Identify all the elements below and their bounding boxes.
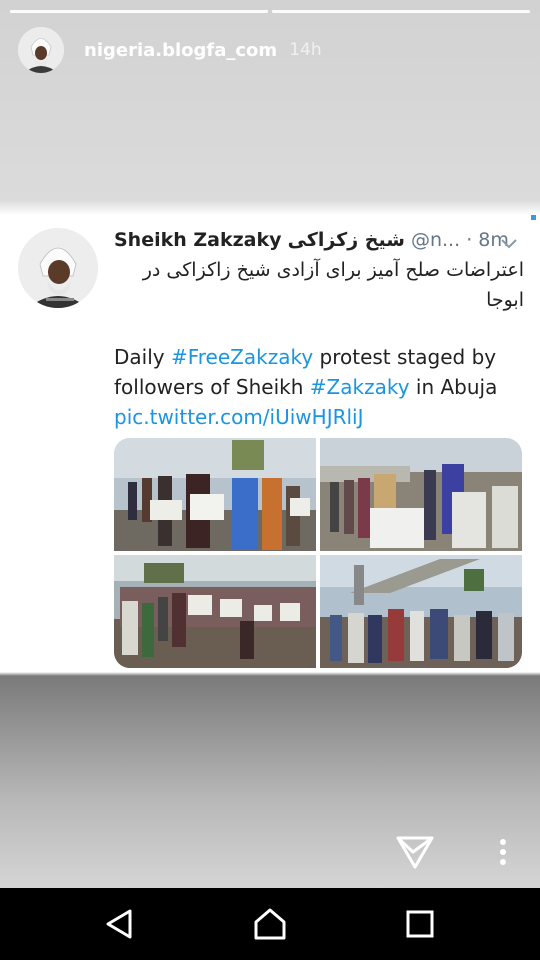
photo-1[interactable] (114, 438, 316, 551)
tweet-card: Sheikh Zakzaky شیخ زکزاکی @n... · 8m اعت… (0, 215, 540, 672)
tweet-profile-picture (18, 228, 98, 308)
hashtag-freezakzaky[interactable]: #FreeZakzaky (171, 345, 313, 369)
avatar[interactable] (18, 27, 64, 73)
photo-3[interactable] (114, 555, 316, 668)
tweet-link[interactable]: pic.twitter.com/iUiwHJRliJ (114, 405, 364, 429)
photo-grid[interactable] (114, 438, 522, 668)
hashtag-zakzaky[interactable]: #Zakzaky (310, 375, 410, 399)
display-name-persian: شیخ زکزاکی (287, 229, 405, 251)
story-header[interactable]: nigeria.blogfa_com 14h (18, 26, 322, 74)
story-progress-2 (272, 10, 530, 13)
story-progress-1 (10, 10, 268, 13)
display-name: Sheikh Zakzaky (114, 229, 282, 251)
photo-4[interactable] (320, 555, 522, 668)
profile-picture (18, 27, 64, 73)
paper-plane-icon[interactable] (396, 834, 434, 870)
tweet-author-line: Sheikh Zakzaky شیخ زکزاکی @n... · 8m (114, 229, 519, 251)
story-time: 14h (289, 40, 322, 60)
tweet-text-3: in Abuja (409, 375, 498, 399)
tweet-persian-text: اعتراضات صلح آمیز برای آزادی شیخ زاکزاکی… (142, 259, 524, 311)
story-username[interactable]: nigeria.blogfa_com (84, 40, 277, 61)
tweet-text-1: Daily (114, 345, 171, 369)
handle: @n... (410, 229, 461, 251)
accent-marker (531, 215, 536, 220)
more-vertical-icon[interactable] (496, 837, 510, 869)
photo-2[interactable] (320, 438, 522, 551)
tweet-avatar (18, 228, 98, 308)
android-nav-bar (0, 888, 540, 960)
dot-separator: · (466, 229, 473, 251)
home-icon[interactable] (253, 907, 287, 941)
chevron-down-icon[interactable] (500, 237, 518, 249)
triangle-back-icon[interactable] (104, 908, 134, 940)
square-recents-icon[interactable] (406, 910, 434, 938)
tweet-body: Daily #FreeZakzaky protest staged by fol… (114, 342, 524, 432)
